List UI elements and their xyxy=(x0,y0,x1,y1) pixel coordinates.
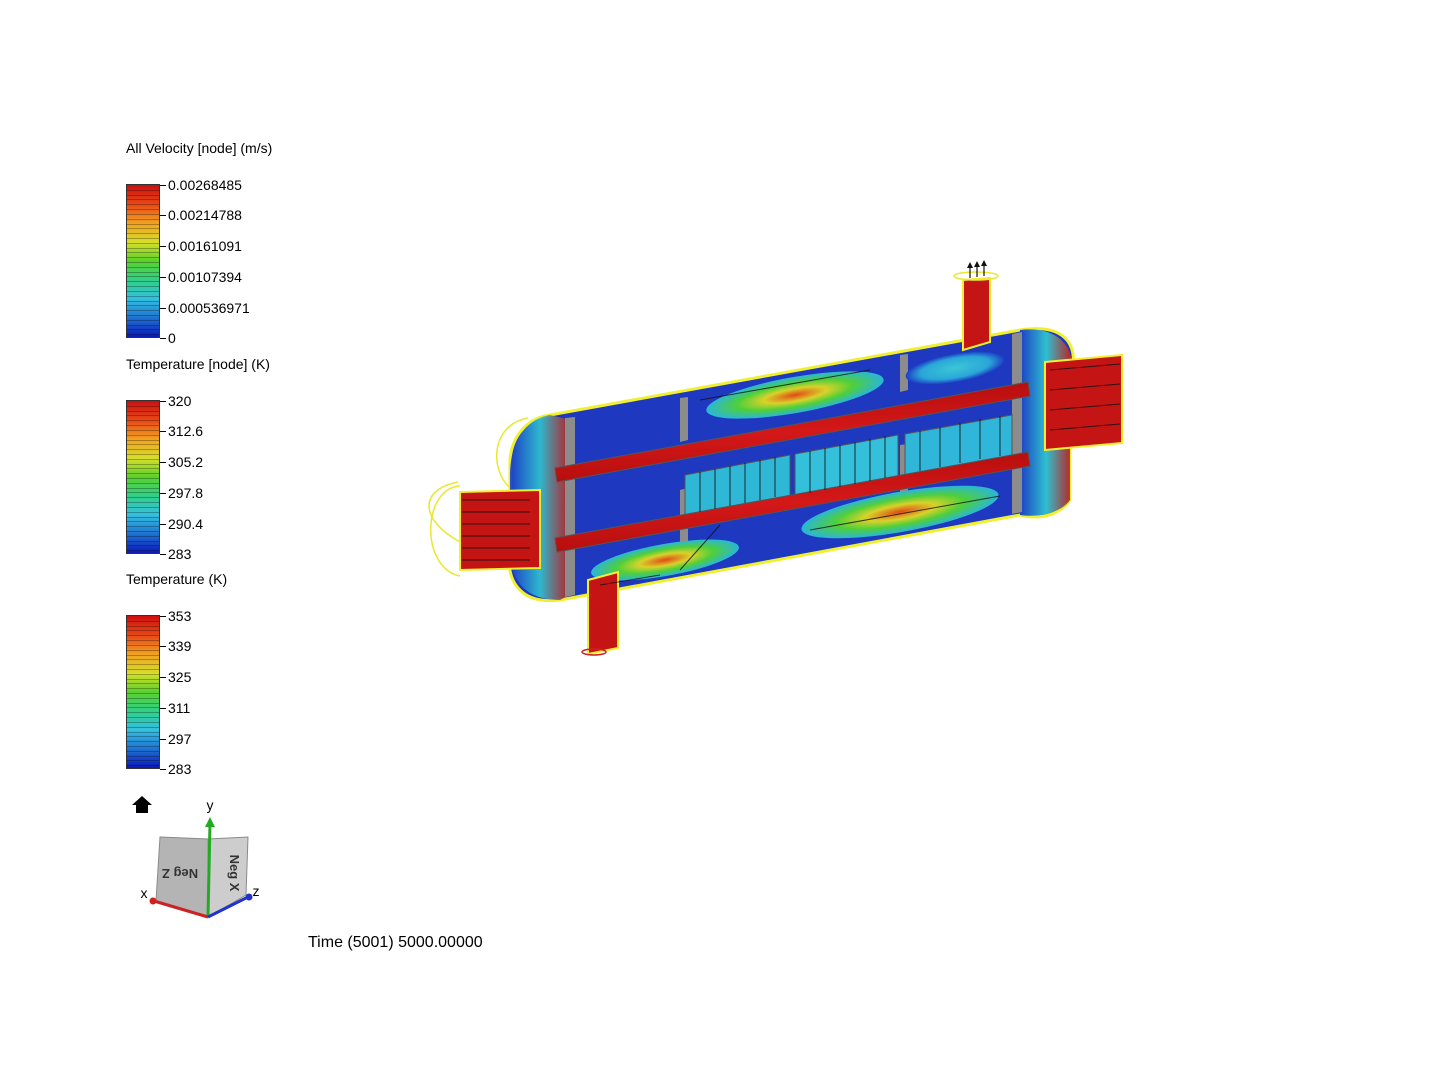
tick-label: 0.00214788 xyxy=(168,207,242,223)
tick-label: 290.4 xyxy=(168,516,204,532)
tick-label: 0.00107394 xyxy=(168,269,242,285)
tick-label: 339 xyxy=(168,638,192,654)
tick-label: 312.6 xyxy=(168,423,204,439)
tick-label: 320 xyxy=(168,393,192,409)
simulation-viewport[interactable] xyxy=(400,250,1140,675)
tick-label: 353 xyxy=(168,608,192,624)
x-axis-end xyxy=(149,897,157,905)
tick-label: 0.00161091 xyxy=(168,238,242,254)
y-axis-line xyxy=(206,822,212,918)
tick-label: 297 xyxy=(168,731,192,747)
x-axis-label: x xyxy=(141,885,148,901)
colorbar xyxy=(126,184,160,338)
tick-label: 0.00268485 xyxy=(168,177,242,193)
colorbar xyxy=(126,615,160,769)
tick-label: 325 xyxy=(168,669,192,685)
cube-side-label: Neg X xyxy=(227,855,242,892)
y-axis-arrow xyxy=(205,817,215,827)
tick-label: 283 xyxy=(168,761,192,777)
cube-front-label: Neg Z xyxy=(162,866,198,881)
tick-label: 283 xyxy=(168,546,192,562)
view-cube[interactable]: Neg Z Neg X y x z xyxy=(130,795,270,925)
heat-exchanger-render xyxy=(428,260,1123,656)
tick-label: 0 xyxy=(168,330,176,346)
legend-title: Temperature [node] (K) xyxy=(126,356,270,372)
tick-label: 311 xyxy=(168,700,191,716)
tick-label: 305.2 xyxy=(168,454,204,470)
tick-label: 297.8 xyxy=(168,485,204,501)
z-axis-label: z xyxy=(253,883,260,899)
colorbar xyxy=(126,400,160,554)
legend-title: All Velocity [node] (m/s) xyxy=(126,140,273,156)
time-readout: Time (5001) 5000.00000 xyxy=(308,934,483,951)
y-axis-label: y xyxy=(207,797,214,813)
tick-label: 0.000536971 xyxy=(168,300,250,316)
legend-title: Temperature (K) xyxy=(126,571,228,587)
z-axis-end xyxy=(245,893,253,901)
